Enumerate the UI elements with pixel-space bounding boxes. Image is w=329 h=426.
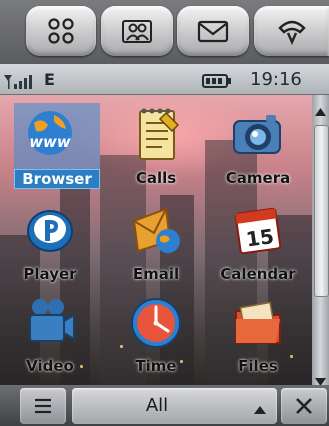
messages-icon [193, 16, 233, 46]
app-grid: www Browser Calls Camera Player Email 15… [0, 95, 312, 385]
quick-launch-bar [0, 0, 329, 64]
app-grid-button[interactable] [26, 6, 96, 56]
email-icon [126, 201, 186, 261]
folder-icon [228, 293, 288, 353]
app-label: Email [132, 265, 180, 283]
app-calendar[interactable]: 15 Calendar [210, 199, 306, 295]
signal-bars-icon [4, 73, 38, 89]
messages-button[interactable] [177, 6, 249, 56]
app-label: Video [26, 357, 74, 375]
scroll-up-arrow-icon[interactable] [315, 101, 326, 116]
app-files[interactable]: Files [210, 291, 306, 385]
app-camera[interactable]: Camera [210, 103, 306, 199]
app-player[interactable]: Player [2, 199, 98, 295]
globe-www-icon: www [20, 105, 80, 165]
softkey-bar: All [0, 385, 329, 426]
caret-up-icon [254, 399, 266, 414]
app-video[interactable]: Video [2, 291, 98, 385]
camera-icon [228, 105, 288, 165]
calendar-icon: 15 [228, 201, 288, 261]
app-label: Camera [225, 169, 291, 187]
phone-icon [275, 14, 309, 48]
video-camera-icon [20, 293, 80, 353]
app-label: Files [238, 357, 278, 375]
menu-softkey[interactable] [20, 388, 66, 424]
close-softkey[interactable] [281, 388, 327, 424]
contacts-button[interactable] [101, 6, 173, 56]
status-bar: E 19:16 [0, 64, 329, 95]
app-label: Browser [14, 169, 100, 189]
phone-screen: E 19:16 www Browser Calls Camera Player … [0, 0, 329, 426]
network-type: E [44, 70, 55, 89]
menu-icon [33, 396, 53, 420]
app-browser[interactable]: www Browser [2, 103, 100, 199]
app-label: Time [135, 357, 177, 375]
calendar-day: 15 [245, 224, 276, 252]
contacts-icon [117, 16, 157, 46]
svg-text:www: www [29, 133, 71, 151]
app-label: Calendar [220, 265, 296, 283]
clock-icon [126, 293, 186, 353]
clock-time: 19:16 [250, 69, 302, 90]
app-label: Player [23, 265, 77, 283]
filter-softkey[interactable]: All [72, 388, 277, 424]
scrollbar-thumb[interactable] [314, 125, 329, 297]
app-label: Calls [135, 169, 177, 187]
scrollbar[interactable] [312, 95, 329, 386]
filter-label: All [145, 395, 169, 416]
notepad-calls-icon [126, 105, 186, 165]
app-grid-icon [46, 16, 76, 46]
phone-button[interactable] [254, 6, 329, 56]
app-email[interactable]: Email [108, 199, 204, 295]
scroll-down-arrow-icon[interactable] [315, 371, 326, 386]
media-player-icon [20, 201, 80, 261]
app-calls[interactable]: Calls [108, 103, 204, 199]
app-time[interactable]: Time [108, 291, 204, 385]
close-icon [295, 397, 313, 419]
battery-icon [202, 73, 232, 88]
